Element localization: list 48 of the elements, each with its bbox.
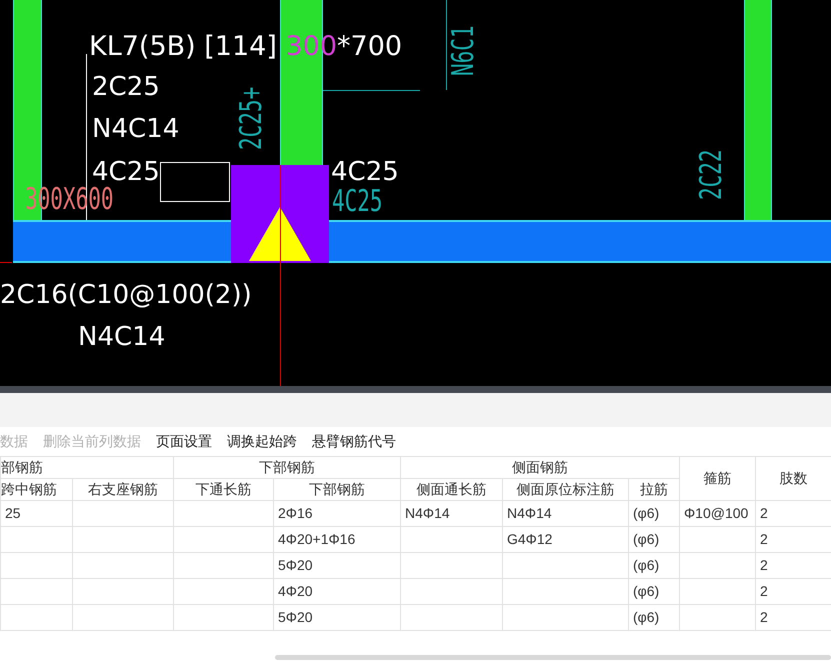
scrollbar[interactable] (275, 655, 831, 660)
table-cell: 2 (760, 609, 768, 625)
rebar-annotation: 2C16(C10@100(2)) (0, 280, 252, 310)
rebar-annotation: N4C14 (92, 114, 180, 144)
table-cell: N4Φ14 (405, 505, 450, 521)
column-group-header: 肢数 (756, 456, 831, 500)
column-header: 下通长筋 (174, 478, 274, 500)
toolbar-button[interactable]: 悬臂钢筋代号 (312, 431, 396, 452)
column-group-header: 箍筋 (680, 456, 756, 500)
rebar-annotation: 2C25+ (236, 86, 268, 150)
table-cell: Φ10@100 (684, 505, 748, 521)
column-group-header: 侧面钢筋 (400, 456, 680, 478)
table-cell: 4Φ20 (278, 583, 313, 599)
rebar-annotation: N4C14 (78, 322, 166, 352)
table-cell: 5Φ20 (278, 557, 313, 573)
table-cell: 25 (5, 505, 21, 521)
table-cell: N4Φ14 (507, 505, 552, 521)
table-cell: (φ6) (633, 505, 660, 521)
column-group-header: 下部钢筋 (174, 456, 400, 478)
table-cell: (φ6) (633, 531, 660, 547)
column-header: 侧面通长筋 (400, 478, 502, 500)
rebar-annotation: N6C1 (448, 25, 480, 76)
column-group-header: 部钢筋 (0, 456, 174, 478)
triangle-icon (249, 207, 311, 261)
toolbar-button[interactable]: 页面设置 (156, 431, 212, 452)
rebar-annotation: 2C25 (92, 72, 160, 102)
table-cell: 2 (760, 557, 768, 573)
toolbar-button[interactable]: 调换起始跨 (227, 431, 297, 452)
column-header: 下部钢筋 (274, 478, 400, 500)
column-header: 跨中钢筋 (0, 478, 72, 500)
rebar-annotation: 2C22 (696, 149, 728, 200)
table-cell: 2Φ16 (278, 505, 313, 521)
table-cell: 2 (760, 505, 768, 521)
table-cell: 2 (760, 583, 768, 599)
table-cell: 2 (760, 531, 768, 547)
axis-line (0, 262, 12, 263)
table-cell: (φ6) (633, 609, 660, 625)
rectangle-outline (160, 162, 230, 202)
rebar-annotation: 4C25 (92, 157, 160, 187)
table-cell: 4Φ20+1Φ16 (278, 531, 356, 547)
table-cell: (φ6) (633, 557, 660, 573)
table-cell: G4Φ12 (507, 531, 552, 547)
table-cell: 5Φ20 (278, 609, 313, 625)
table-cell: (φ6) (633, 583, 660, 599)
column-header: 侧面原位标注筋 (502, 478, 628, 500)
rebar-annotation: 4C25 (331, 157, 399, 187)
column-header: 右支座钢筋 (72, 478, 174, 500)
rebar-annotation: 4C25 (332, 186, 383, 218)
